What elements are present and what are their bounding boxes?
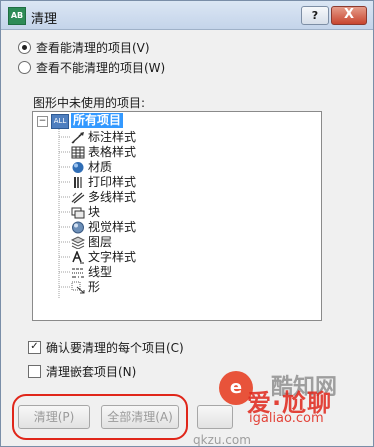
linetype-icon — [71, 266, 85, 279]
purge-dialog: AB 清理 ? X 查看能清理的项目(V) 查看不能清理的项目(W) 图形中未使… — [0, 0, 374, 447]
tree-item[interactable]: 图层 — [70, 235, 113, 250]
checkbox-checked-icon[interactable]: ✓ — [28, 341, 41, 354]
confirm-each-checkbox[interactable]: ✓ 确认要清理的每个项目(C) — [28, 339, 184, 356]
watermark-url-red: igaliao.com — [249, 411, 324, 426]
tree-item-label: 块 — [88, 205, 101, 219]
app-icon: AB — [8, 7, 26, 25]
tree-item-label: 文字样式 — [88, 250, 137, 264]
tree-item[interactable]: 材质 — [71, 160, 112, 175]
title-bar: AB 清理 ? X — [1, 1, 373, 30]
tree-item-label: 表格样式 — [88, 145, 137, 159]
table-style-icon — [71, 146, 85, 159]
watermark: e 酷知网 爱·尬聊 igaliao.com qkzu.com — [193, 363, 363, 447]
dimension-style-icon — [71, 131, 85, 144]
shape-icon — [71, 281, 85, 294]
checkbox-unchecked-icon[interactable] — [28, 365, 41, 378]
radio-label: 查看能清理的项目(V) — [36, 41, 150, 55]
tree-item-label: 多线样式 — [88, 190, 137, 204]
watermark-url-grey: qkzu.com — [193, 433, 251, 447]
radio-unselected-icon[interactable] — [18, 61, 31, 74]
tree-group-label: 图形中未使用的项目: — [33, 96, 146, 110]
dialog-title: 清理 — [31, 12, 58, 27]
tree-root-all-items[interactable]: 所有项目 — [71, 113, 124, 128]
items-tree[interactable]: − ALL 所有项目 标注样式 表格样式 材质 打印样式 多线样式 块 视觉样式… — [32, 111, 322, 321]
layer-icon — [70, 236, 86, 250]
tree-item[interactable]: 表格样式 — [71, 145, 136, 160]
tree-item[interactable]: 打印样式 — [71, 175, 136, 190]
tree-item[interactable]: 标注样式 — [71, 130, 136, 145]
tree-item-label: 形 — [88, 280, 101, 294]
tree-item-label: 视觉样式 — [88, 220, 137, 234]
checkbox-label: 确认要清理的每个项目(C) — [46, 341, 184, 355]
tree-item[interactable]: 线型 — [71, 265, 112, 280]
checkbox-label: 清理嵌套项目(N) — [46, 365, 137, 379]
radio-selected-icon[interactable] — [18, 41, 31, 54]
text-style-icon — [71, 249, 85, 264]
multiline-style-icon — [71, 191, 85, 204]
all-items-icon: ALL — [51, 114, 69, 129]
close-button[interactable]: X — [331, 6, 367, 25]
tree-item-label: 材质 — [88, 160, 113, 174]
tree-item[interactable]: 视觉样式 — [71, 220, 136, 235]
help-button[interactable]: ? — [301, 6, 329, 25]
annotation-highlight — [12, 394, 188, 440]
tree-item-label: 图层 — [88, 235, 113, 249]
tree-item[interactable]: 形 — [71, 280, 100, 295]
collapse-toggle-icon[interactable]: − — [37, 116, 48, 127]
radio-view-purgeable[interactable]: 查看能清理的项目(V) — [18, 39, 150, 56]
tree-item[interactable]: 多线样式 — [71, 190, 136, 205]
material-icon — [71, 161, 85, 174]
radio-view-non-purgeable[interactable]: 查看不能清理的项目(W) — [18, 59, 165, 76]
radio-label: 查看不能清理的项目(W) — [36, 61, 166, 75]
purge-nested-checkbox[interactable]: 清理嵌套项目(N) — [28, 363, 136, 380]
block-icon — [71, 206, 85, 219]
plot-style-icon — [71, 176, 85, 189]
tree-item[interactable]: 块 — [71, 205, 100, 220]
tree-item-label: 线型 — [88, 265, 113, 279]
tree-item[interactable]: 文字样式 — [71, 249, 137, 265]
tree-item-label: 打印样式 — [88, 175, 137, 189]
tree-item-label: 标注样式 — [88, 130, 137, 144]
visual-style-icon — [71, 221, 85, 234]
